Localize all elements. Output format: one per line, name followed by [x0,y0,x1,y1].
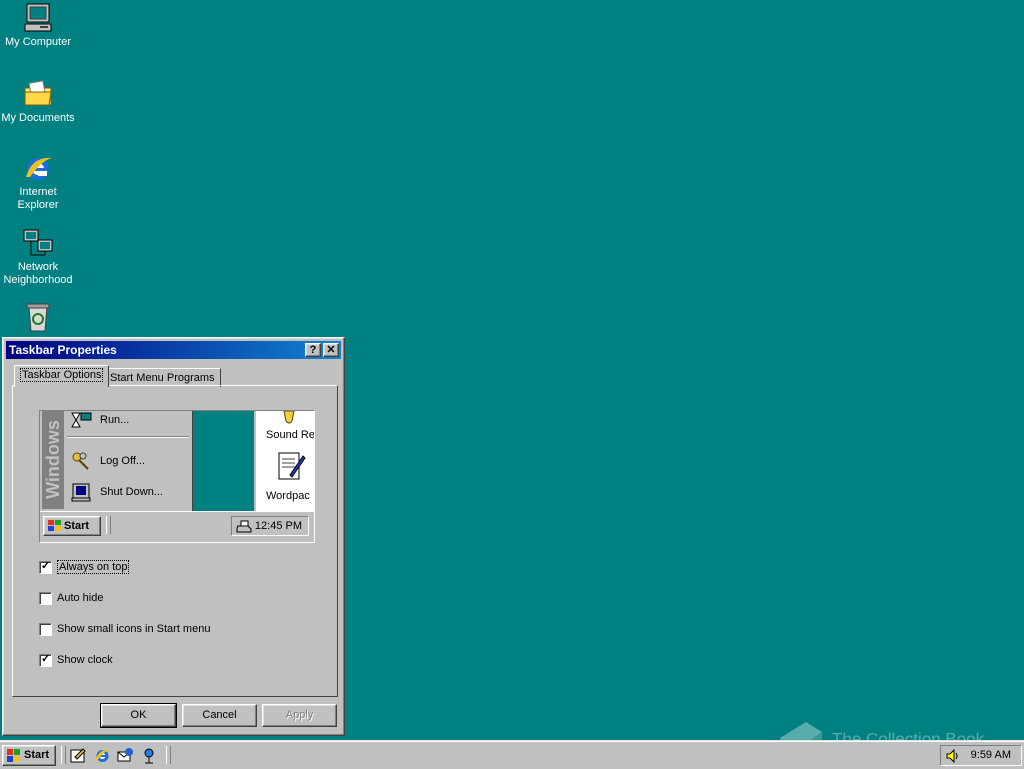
shutdown-icon [71,483,91,502]
preview-tray: 12:45 PM [231,516,309,536]
dialog-titlebar[interactable]: Taskbar Properties ? ✕ [6,341,341,359]
preview-menu-separator [67,436,189,438]
outlook-express-icon[interactable] [117,747,134,764]
desktop-icon-label: My Computer [4,36,72,48]
preview-menu-item-label: Log Off... [100,454,146,467]
desktop-icon-recycle-bin[interactable] [0,301,76,335]
help-icon: ? [309,344,317,356]
tab-taskbar-options[interactable]: Taskbar Options [14,365,110,387]
always-on-top-option[interactable]: Always on top [39,560,130,575]
windows-logo-icon [7,749,20,762]
network-neighborhood-icon [23,229,53,256]
speaker-icon[interactable] [945,749,961,763]
preview-start-menu: Windows Run... Log Off... Shut Down... [40,411,193,512]
tab-label: Start Menu Programs [110,372,215,384]
show-clock-checkbox[interactable] [39,653,52,667]
taskbar-clock[interactable]: 9:59 AM [971,746,1011,765]
internet-explorer-icon[interactable] [94,747,111,764]
option-label: Show small icons in Start menu [57,623,211,635]
desktop-icon-my-computer[interactable]: My Computer [0,2,76,49]
preview-menu-item-label: Shut Down... [100,485,163,498]
taskbar-grip[interactable] [166,746,171,764]
preview-window-item: Wordpac [266,490,310,502]
preview-menu-item-run: Run... [70,412,129,428]
preview-menu-item-shut-down: Shut Down... [70,482,163,502]
button-label: OK [130,709,147,721]
ok-button[interactable]: OK [100,703,177,728]
desktop-icon-label: Internet Explorer [17,186,59,211]
preview-desktop-window: Sound Re Wordpac [254,411,315,511]
quick-launch-grip[interactable] [61,746,66,764]
help-button[interactable]: ? [305,343,321,357]
preview-taskbar-grip [106,516,111,534]
system-tray: 9:59 AM [940,745,1022,766]
preview-start-button: Start [43,516,101,536]
tab-label: Taskbar Options [20,368,104,382]
option-label: Show clock [57,654,113,666]
show-desktop-icon[interactable] [70,747,87,764]
auto-hide-option[interactable]: Auto hide [39,592,103,606]
internet-explorer-icon [26,157,52,180]
desktop-icon-label: My Documents [1,112,75,124]
windows-logo-icon [48,520,61,531]
run-icon [71,412,92,428]
preview-start-label: Start [64,520,90,532]
printer-icon [236,520,252,533]
button-label: Cancel [202,709,237,721]
preview-band-text: Windows [42,420,63,499]
close-icon: ✕ [326,344,336,356]
small-icons-option[interactable]: Show small icons in Start menu [39,623,210,637]
preview-menu-band: Windows [42,411,64,509]
preview-window-item: Sound Re [266,429,315,441]
channels-icon[interactable] [140,747,157,764]
wordpad-icon [278,452,306,480]
desktop-icon-network-neighborhood[interactable]: Network Neighborhood [0,227,76,287]
keys-icon [72,452,89,470]
taskbar-options-panel: Windows Run... Log Off... Shut Down... S… [12,385,338,697]
always-on-top-checkbox[interactable] [39,560,52,574]
auto-hide-checkbox[interactable] [39,592,52,605]
recycle-bin-icon [26,303,50,332]
option-label: Auto hide [57,592,104,604]
taskbar-preview: Windows Run... Log Off... Shut Down... S… [39,410,315,543]
show-clock-option[interactable]: Show clock [39,653,113,668]
apply-button[interactable]: Apply [262,704,337,727]
my-computer-icon [24,3,52,32]
start-button[interactable]: Start [2,745,56,766]
sound-recorder-icon [283,411,295,424]
preview-menu-item-label: Run... [100,413,130,426]
taskbar: Start 9:59 AM [0,740,1024,769]
preview-taskbar: Start 12:45 PM [40,511,314,542]
small-icons-checkbox[interactable] [39,623,52,636]
desktop-icon-label: Network Neighborhood [3,261,73,286]
desktop-icon-internet-explorer[interactable]: Internet Explorer [0,152,76,212]
dialog-title: Taskbar Properties [9,343,117,357]
preview-menu-item-log-off: Log Off... [70,451,145,471]
folder-icon [24,80,52,106]
cancel-button[interactable]: Cancel [182,704,257,727]
preview-clock: 12:45 PM [254,520,302,532]
start-label: Start [24,749,50,761]
option-label: Always on top [57,560,130,574]
taskbar-properties-dialog: Taskbar Properties ? ✕ Taskbar Options S… [2,337,345,736]
button-label: Apply [285,709,314,721]
close-button[interactable]: ✕ [323,343,339,357]
desktop-icon-my-documents[interactable]: My Documents [0,78,76,125]
